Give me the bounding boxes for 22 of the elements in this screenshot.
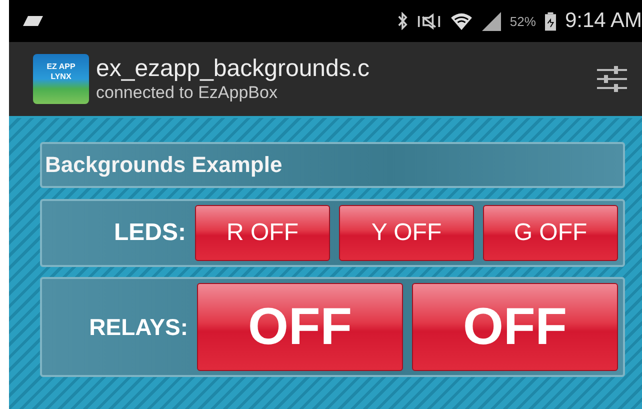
logo-text: LYNX xyxy=(50,72,72,82)
toggle-button[interactable]: R OFF xyxy=(195,205,330,261)
toggle-button[interactable]: G OFF xyxy=(483,205,618,261)
toggle-button[interactable]: Y OFF xyxy=(339,205,474,261)
settings-icon[interactable] xyxy=(596,66,628,92)
battery-percent: 52% xyxy=(510,14,536,28)
battery-icon xyxy=(544,12,556,30)
app-title: ex_ezapp_backgrounds.c xyxy=(96,55,371,83)
signal-icon xyxy=(482,12,501,30)
wifi-icon xyxy=(450,12,473,30)
bluetooth-icon xyxy=(396,12,408,30)
row-label: RELAYS: xyxy=(88,314,188,340)
connection-status: connected to EzAppBox xyxy=(96,83,278,103)
row-label: LEDS: xyxy=(113,219,186,247)
logo-text: EZ APP xyxy=(46,62,76,72)
panel-title: Backgrounds Example xyxy=(45,152,282,178)
toggle-button[interactable]: OFF xyxy=(197,283,403,371)
toggle-button[interactable]: OFF xyxy=(412,283,618,371)
app-icon[interactable]: EZ APP LYNX xyxy=(33,54,89,104)
notification-icon xyxy=(23,16,43,26)
mute-icon xyxy=(416,12,441,30)
clock: 9:14 AM xyxy=(564,9,642,33)
